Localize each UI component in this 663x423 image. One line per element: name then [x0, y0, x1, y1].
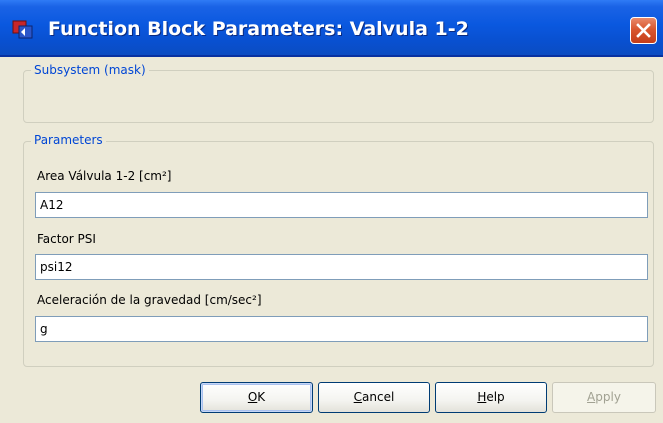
parameters-group-title: Parameters	[31, 133, 106, 147]
factor-psi-label: Factor PSI	[37, 232, 96, 246]
area-valvula-field[interactable]: A12	[35, 192, 648, 218]
help-button[interactable]: Help	[435, 382, 547, 413]
help-mnemonic: H	[477, 390, 487, 404]
ok-button[interactable]: OK	[200, 382, 313, 413]
cancel-mnemonic: C	[353, 390, 363, 404]
apply-label: pply	[595, 390, 621, 404]
cancel-button[interactable]: Cancel	[318, 382, 430, 413]
close-icon	[636, 23, 651, 38]
cancel-label: ancel	[362, 390, 395, 404]
window-title: Function Block Parameters: Valvula 1-2	[48, 18, 469, 40]
ok-mnemonic: O	[247, 390, 258, 404]
area-valvula-label: Area Válvula 1-2 [cm²]	[37, 169, 172, 183]
dialog-window: Function Block Parameters: Valvula 1-2 S…	[0, 0, 663, 423]
subsystem-group-title: Subsystem (mask)	[31, 63, 149, 77]
ok-label: K	[257, 390, 266, 404]
title-bar[interactable]: Function Block Parameters: Valvula 1-2	[0, 0, 663, 57]
apply-button[interactable]: Apply	[552, 382, 656, 413]
subsystem-group	[23, 70, 654, 123]
factor-psi-field[interactable]: psi12	[35, 254, 648, 280]
simulink-block-icon	[12, 20, 34, 40]
gravedad-label: Aceleración de la gravedad [cm/sec²]	[37, 293, 262, 307]
help-label: elp	[486, 390, 505, 404]
close-button[interactable]	[630, 17, 657, 44]
gravedad-field[interactable]: g	[35, 316, 648, 342]
